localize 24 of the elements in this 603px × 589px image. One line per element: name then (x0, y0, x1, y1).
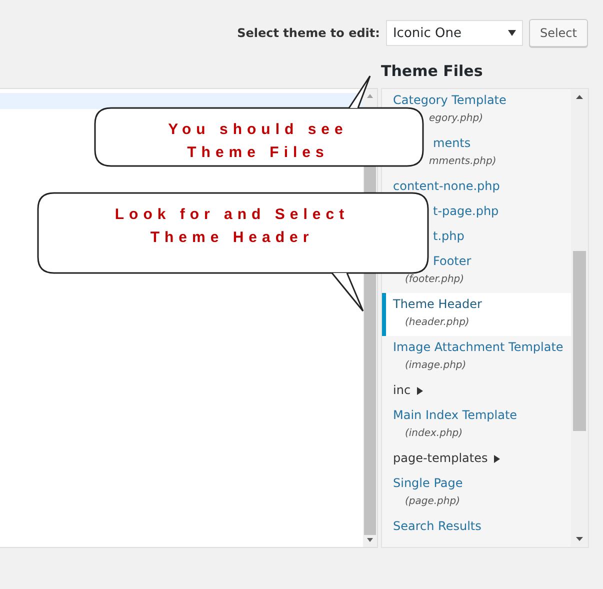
expand-arrow-icon (416, 386, 423, 394)
file-list-item[interactable]: content-none.php (382, 175, 571, 200)
file-list-item[interactable]: Main Index Template (index.php) (382, 404, 571, 447)
file-list-item[interactable]: Image Attachment Template (image.php) (382, 336, 571, 379)
theme-dropdown[interactable]: Iconic One (386, 20, 523, 46)
callout-text: Theme Files (187, 143, 329, 163)
file-list-item[interactable]: ments mments.php) (382, 132, 571, 175)
file-list-item[interactable]: inc (382, 379, 571, 404)
select-button[interactable]: Select (528, 19, 588, 47)
file-list-item[interactable]: Single Page (page.php) (382, 472, 571, 515)
file-list-item[interactable]: Footer (footer.php) (382, 250, 571, 293)
callout-text: You should see (168, 120, 348, 140)
file-list-item[interactable]: Category Template egory.php) (382, 89, 571, 132)
file-list-item[interactable]: page-templates (382, 447, 571, 472)
expand-arrow-icon (494, 454, 500, 462)
file-list-item[interactable]: Theme Header (header.php) (382, 293, 571, 336)
file-list-item[interactable]: t-page.php (382, 200, 571, 225)
caret-icon (508, 30, 516, 36)
callout-text: Look for and Select (114, 205, 350, 225)
theme-files-heading: Theme Files (381, 61, 484, 81)
file-list-item[interactable]: Search Results (382, 515, 571, 540)
callout-text: Theme Header (150, 228, 314, 248)
select-theme-label: Select theme to edit: (237, 26, 380, 40)
file-list-item[interactable]: t.php (382, 225, 571, 250)
